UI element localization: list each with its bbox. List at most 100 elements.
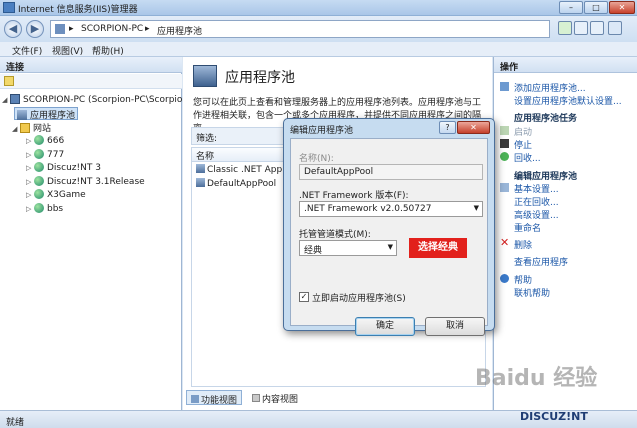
dialog-body: 名称(N): DefaultAppPool .NET Framework 版本(…: [290, 138, 488, 336]
page-title: 应用程序池: [225, 70, 295, 86]
expand-arrow-icon[interactable]: ▷: [26, 178, 34, 186]
baidu-watermark: Baidu 经验: [475, 366, 598, 391]
connections-toolbar: [0, 74, 182, 89]
breadcrumb-separator: ▸: [145, 24, 150, 34]
collapse-arrow-icon[interactable]: ◢: [2, 96, 10, 104]
connections-header: 连接: [0, 57, 182, 73]
start-icon: [500, 126, 509, 135]
connect-icon[interactable]: [4, 76, 14, 86]
globe-icon: [34, 162, 44, 172]
tree-site-666[interactable]: ▷ 666: [26, 135, 64, 148]
tree-server[interactable]: ◢ SCORPION-PC (Scorpion-PC\Scorpion): [2, 94, 192, 107]
add-icon: [500, 82, 509, 91]
expand-arrow-icon[interactable]: ▷: [26, 164, 34, 172]
tree-site-x3game[interactable]: ▷ X3Game: [26, 189, 86, 202]
action-online-help[interactable]: 联机帮助: [514, 286, 550, 299]
expand-arrow-icon[interactable]: ▷: [26, 191, 34, 199]
expand-arrow-icon[interactable]: ▷: [26, 205, 34, 213]
app-pools-large-icon: [193, 65, 217, 87]
tab-content-view[interactable]: 内容视图: [248, 390, 302, 405]
name-field[interactable]: DefaultAppPool: [299, 164, 483, 180]
window-title: Internet 信息服务(IIS)管理器: [18, 5, 138, 15]
status-text: 就绪: [6, 418, 25, 428]
action-basic-settings[interactable]: 基本设置...: [514, 182, 559, 195]
stop-icon[interactable]: [574, 21, 588, 35]
delete-icon: ✕: [500, 236, 510, 249]
cancel-button[interactable]: 取消: [425, 317, 485, 336]
folder-icon: [20, 123, 30, 133]
menu-bar: 文件(F) 视图(V) 帮助(H): [0, 42, 637, 57]
app-pool-icon: [196, 178, 205, 187]
ok-button[interactable]: 确定: [355, 317, 415, 336]
close-button[interactable]: ✕: [609, 1, 635, 14]
action-recycle[interactable]: 回收...: [514, 151, 541, 164]
action-help[interactable]: 帮助: [514, 273, 532, 286]
action-recycling[interactable]: 正在回收...: [514, 195, 559, 208]
globe-icon: [34, 149, 44, 159]
expand-arrow-icon[interactable]: ▷: [26, 137, 34, 145]
action-delete[interactable]: 删除: [514, 238, 532, 251]
action-rename[interactable]: 重命名: [514, 221, 541, 234]
tree-site-discuz3[interactable]: ▷ Discuz!NT 3: [26, 162, 101, 175]
actions-header: 操作: [494, 57, 637, 73]
globe-icon: [34, 135, 44, 145]
title-bar: Internet 信息服务(IIS)管理器 – □ ✕: [0, 0, 637, 16]
dialog-title: 编辑应用程序池: [290, 126, 354, 136]
menu-view[interactable]: 视图(V): [52, 44, 83, 57]
pipeline-label: 托管管道模式(M):: [299, 230, 371, 240]
tree-app-pools[interactable]: 应用程序池: [14, 107, 79, 121]
discuz-watermark: DISCUZ!NT: [520, 410, 588, 423]
help-icon: [500, 274, 509, 283]
breadcrumb-app-pools[interactable]: 应用程序池: [157, 24, 202, 37]
app-pool-icon: [196, 164, 205, 173]
menu-help[interactable]: 帮助(H): [92, 44, 124, 57]
pipeline-mode-select[interactable]: 经典 ▼: [299, 240, 397, 256]
dialog-help-button[interactable]: ?: [439, 121, 456, 134]
server-icon: [55, 24, 65, 34]
framework-label: .NET Framework 版本(F):: [299, 191, 409, 201]
globe-icon: [34, 189, 44, 199]
globe-icon: [34, 176, 44, 186]
collapse-arrow-icon[interactable]: ◢: [12, 125, 20, 133]
stop-icon: [500, 139, 509, 148]
tree-site-bbs[interactable]: ▷ bbs: [26, 203, 63, 216]
app-pool-icon: [17, 110, 27, 120]
expand-arrow-icon[interactable]: ▷: [26, 151, 34, 159]
dialog-close-button[interactable]: ✕: [457, 121, 490, 134]
forward-button[interactable]: ▶: [26, 20, 44, 38]
breadcrumb-separator: ▸: [69, 24, 74, 34]
breadcrumb-server[interactable]: SCORPION-PC: [81, 24, 143, 34]
back-button[interactable]: ◀: [4, 20, 22, 38]
action-set-defaults[interactable]: 设置应用程序池默认设置...: [514, 94, 622, 107]
recycle-icon: [500, 152, 509, 161]
tasks-header: 应用程序池任务: [514, 114, 578, 124]
tree-sites[interactable]: ◢ 网站: [12, 121, 51, 134]
globe-icon: [34, 203, 44, 213]
tree-site-777[interactable]: ▷ 777: [26, 149, 64, 162]
iis-app-icon: [3, 2, 15, 13]
chevron-down-icon: ▼: [387, 243, 393, 251]
feature-view-icon: [191, 395, 199, 403]
chevron-down-icon: ▼: [473, 204, 479, 212]
filter-label: 筛选:: [196, 134, 218, 144]
address-box[interactable]: ▸ SCORPION-PC ▸ 应用程序池: [50, 20, 550, 38]
action-view-apps[interactable]: 查看应用程序: [514, 255, 568, 268]
action-add-pool[interactable]: 添加应用程序池...: [514, 81, 586, 94]
tree-site-discuz31[interactable]: ▷ Discuz!NT 3.1Release: [26, 176, 145, 189]
content-view-icon: [252, 394, 260, 402]
menu-file[interactable]: 文件(F): [12, 44, 42, 57]
action-start[interactable]: 启动: [514, 125, 532, 138]
framework-select[interactable]: .NET Framework v2.0.50727 ▼: [299, 201, 483, 217]
action-advanced-settings[interactable]: 高级设置...: [514, 208, 559, 221]
maximize-button[interactable]: □: [584, 1, 608, 14]
edit-app-pool-dialog: 编辑应用程序池 ? ✕ 名称(N): DefaultAppPool .NET F…: [283, 118, 495, 336]
tab-feature-view[interactable]: 功能视图: [186, 390, 243, 406]
refresh-icon[interactable]: [558, 21, 572, 35]
autostart-checkbox[interactable]: ✓: [299, 292, 309, 302]
annotation-badge: 选择经典: [409, 238, 467, 258]
computer-icon: [10, 94, 20, 104]
home-icon[interactable]: [590, 21, 604, 35]
action-stop[interactable]: 停止: [514, 138, 532, 151]
help-icon[interactable]: [608, 21, 622, 35]
minimize-button[interactable]: –: [559, 1, 583, 14]
